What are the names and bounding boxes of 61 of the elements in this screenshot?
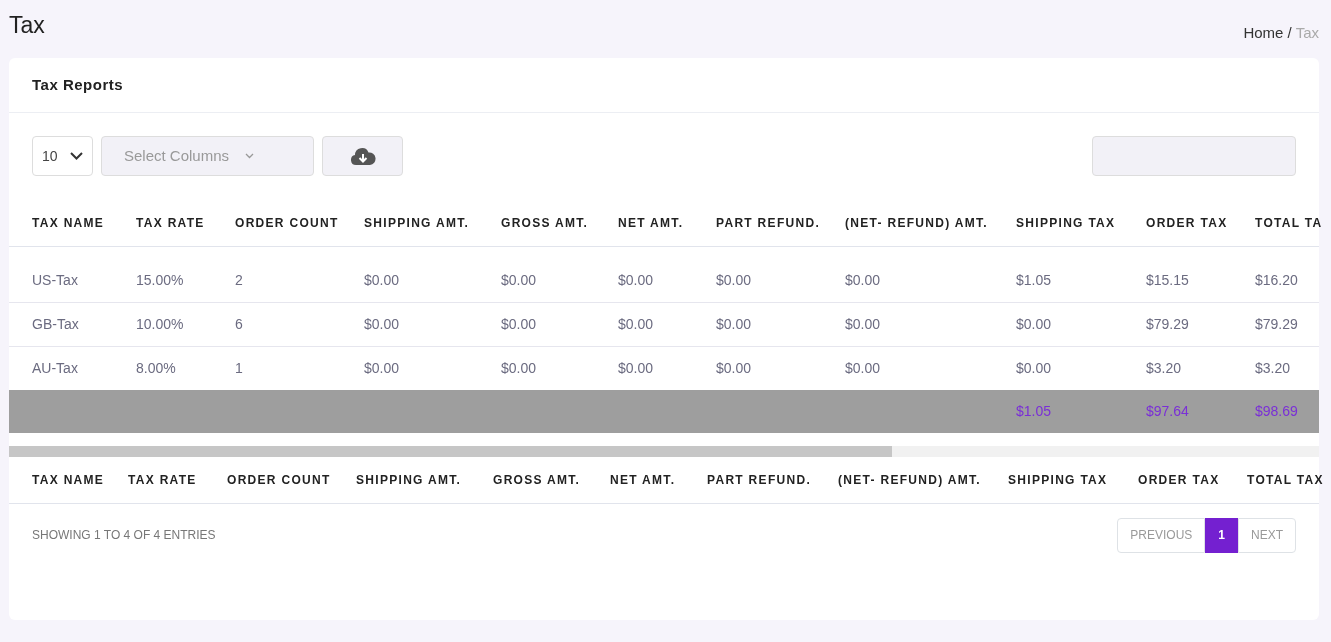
column-header: SHIPPING TAX bbox=[1008, 457, 1138, 503]
column-header: SHIPPING AMT. bbox=[356, 457, 493, 503]
column-header: SHIPPING TAX bbox=[1016, 200, 1146, 246]
scrollbar[interactable] bbox=[9, 446, 1319, 457]
table-cell: $1.05 bbox=[1016, 246, 1146, 302]
column-header: GROSS AMT. bbox=[501, 200, 618, 246]
table-cell: $0.00 bbox=[618, 246, 716, 302]
column-header: PART REFUND. bbox=[707, 457, 838, 503]
breadcrumb-separator: / bbox=[1286, 24, 1293, 41]
column-header: SHIPPING AMT. bbox=[364, 200, 501, 246]
page-size-select[interactable]: 10 bbox=[32, 136, 93, 176]
scrollbar-thumb[interactable] bbox=[9, 446, 892, 457]
column-header: NET AMT. bbox=[618, 200, 716, 246]
breadcrumb-link[interactable]: Home bbox=[1243, 24, 1284, 41]
table-cell: $16.20 bbox=[1255, 246, 1319, 302]
chevron-down-icon bbox=[70, 152, 83, 160]
breadcrumb-current: Tax bbox=[1295, 24, 1319, 41]
table-cell: GB-Tax bbox=[9, 302, 136, 346]
table-cell: $0.00 bbox=[716, 246, 845, 302]
column-header: TAX RATE bbox=[128, 457, 227, 503]
table-cell: $0.00 bbox=[501, 246, 618, 302]
table-cell: 15.00% bbox=[136, 246, 235, 302]
page-title: Tax bbox=[9, 12, 45, 40]
column-header: ORDER TAX bbox=[1146, 200, 1255, 246]
table-cell: $0.00 bbox=[845, 302, 1016, 346]
column-header: TAX NAME bbox=[9, 200, 136, 246]
chevron-down-icon bbox=[245, 153, 255, 159]
column-header: NET AMT. bbox=[610, 457, 707, 503]
table-cell: $79.29 bbox=[1146, 302, 1255, 346]
column-header: ORDER COUNT bbox=[235, 200, 364, 246]
table-cell: $0.00 bbox=[845, 246, 1016, 302]
table-cell: $0.00 bbox=[1016, 302, 1146, 346]
table-cell: 10.00% bbox=[136, 302, 235, 346]
column-header: (NET- REFUND) AMT. bbox=[838, 457, 1008, 503]
download-button[interactable] bbox=[322, 136, 403, 176]
column-header: TOTAL TA bbox=[1255, 200, 1319, 246]
table-cell: 2 bbox=[235, 246, 364, 302]
cloud-download-icon bbox=[349, 146, 376, 166]
column-header: TAX NAME bbox=[9, 457, 128, 503]
table-cell: $0.00 bbox=[364, 246, 501, 302]
table-cell: $0.00 bbox=[501, 302, 618, 346]
table-cell: 6 bbox=[235, 302, 364, 346]
table-cell: $79.29 bbox=[1255, 302, 1319, 346]
total-cell: $1.05 bbox=[1016, 390, 1146, 433]
table-cell: US-Tax bbox=[9, 246, 136, 302]
column-header: PART REFUND. bbox=[716, 200, 845, 246]
table-cell: $15.15 bbox=[1146, 246, 1255, 302]
column-header: TAX RATE bbox=[136, 200, 235, 246]
column-header: GROSS AMT. bbox=[493, 457, 610, 503]
table-cell: $0.00 bbox=[716, 302, 845, 346]
column-header: ORDER COUNT bbox=[227, 457, 356, 503]
pagination-button[interactable]: 1 bbox=[1205, 517, 1238, 553]
search-field[interactable] bbox=[1092, 136, 1296, 176]
total-cell: $97.64 bbox=[1146, 390, 1255, 433]
table-cell: $0.00 bbox=[364, 302, 501, 346]
total-cell: $98.69 bbox=[1255, 390, 1319, 433]
entries-info: SHOWING 1 TO 4 OF 4 ENTRIES bbox=[32, 527, 216, 544]
card-title: Tax Reports bbox=[9, 57, 1319, 113]
column-header: ORDER TAX bbox=[1138, 457, 1247, 503]
table-cell: $0.00 bbox=[618, 302, 716, 346]
column-header: (NET- REFUND) AMT. bbox=[845, 200, 1016, 246]
